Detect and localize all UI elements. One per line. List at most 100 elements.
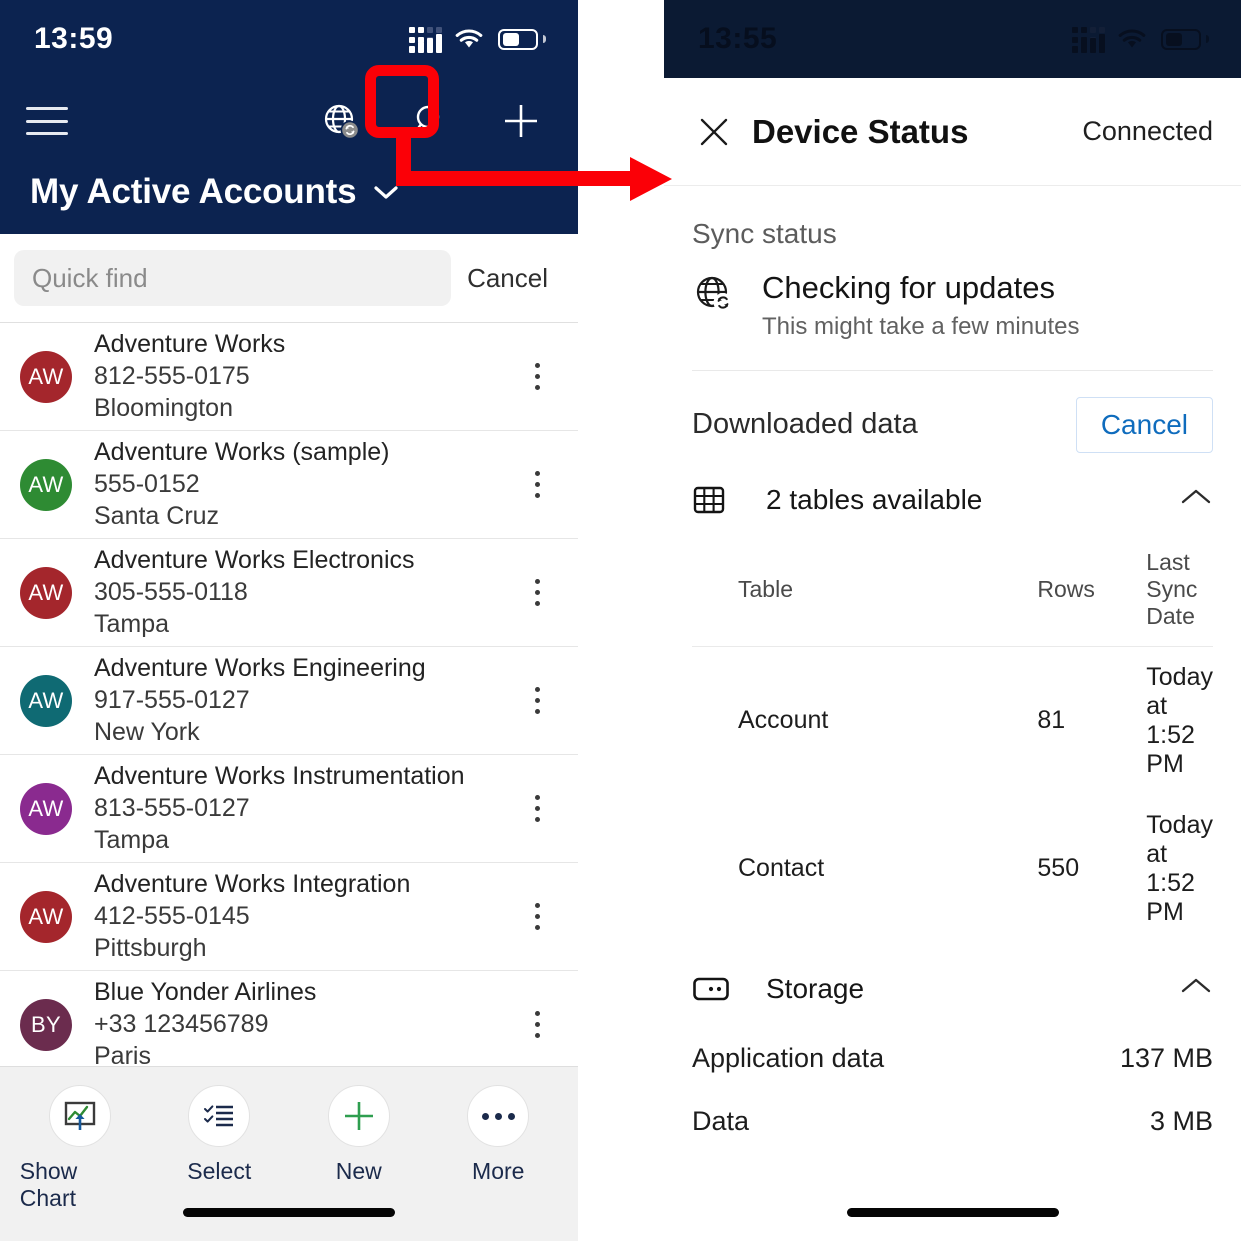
kebab-menu-icon[interactable] (520, 903, 560, 930)
cell-last-sync: Today at 1:52 PM (1146, 810, 1213, 926)
account-city: Santa Cruz (94, 502, 220, 530)
globe-sync-icon[interactable] (318, 98, 364, 144)
cellular-signal-icon (1072, 26, 1105, 53)
kebab-menu-icon[interactable] (520, 687, 560, 714)
view-selector[interactable]: My Active Accounts (0, 164, 578, 212)
avatar: AW (20, 674, 72, 727)
account-phone: 555-0152 (94, 470, 200, 498)
list-item-text: Blue Yonder Airlines +33 123456789 Paris (72, 978, 520, 1071)
cell-table: Contact (738, 854, 825, 883)
list-item-text: Adventure Works Integration 412-555-0145 P… (72, 870, 520, 963)
command-label: New (335, 1158, 382, 1184)
cell-rows: 550 (1037, 854, 1080, 883)
column-header: Last Sync Date (1146, 548, 1198, 629)
cell-last-sync: Today at 1:52 PM (1146, 662, 1213, 778)
screenshot-stage: 13:59 My Active Accounts Quick find Canc… (0, 0, 1241, 1241)
account-city: New York (94, 718, 200, 746)
cell-table: Account (738, 706, 829, 735)
ellipsis-icon (467, 1085, 530, 1147)
page-title: My Active Accounts (30, 172, 357, 211)
plus-icon[interactable] (498, 98, 544, 144)
chevron-up-icon[interactable] (1179, 486, 1213, 513)
account-city: Tampa (94, 610, 170, 638)
table-row[interactable]: BY Blue Yonder Airlines +33 123456789 Paris (0, 970, 578, 1078)
list-item-text: Adventure Works 812-555-0175 Bloomington (72, 330, 520, 423)
chevron-down-icon (374, 186, 398, 199)
column-header: Table (738, 575, 793, 602)
account-name: Adventure Works (sample) (94, 438, 390, 466)
command-more[interactable]: More (438, 1085, 558, 1185)
kebab-menu-icon[interactable] (520, 579, 560, 606)
table-grid-icon (692, 483, 738, 517)
storage-value: 137 MB (1119, 1042, 1213, 1073)
table-row: Account 81 Today at 1:52 PM (692, 646, 1213, 795)
table-row: Contact 550 Today at 1:52 PM (692, 795, 1213, 943)
account-list: AW Adventure Works 812-555-0175 Bloomington… (0, 322, 578, 1078)
status-bar-icons (409, 26, 546, 53)
avatar: AW (20, 782, 72, 835)
storage-row: Application data 137 MB (664, 1027, 1241, 1090)
table-row[interactable]: AW Adventure Works Integration 412-555-014… (0, 862, 578, 970)
command-show-chart[interactable]: Show Chart (20, 1085, 140, 1212)
account-name: Adventure Works Instrumentation (94, 762, 465, 790)
battery-icon (498, 28, 546, 50)
sheet-title: Device Status (752, 112, 969, 150)
quick-find-row: Quick find Cancel (0, 234, 578, 322)
sync-status-label: Sync status (692, 218, 837, 249)
kebab-menu-icon[interactable] (520, 795, 560, 822)
table-row[interactable]: AW Adventure Works 812-555-0175 Bloomington (0, 322, 578, 430)
app-bar: My Active Accounts (0, 78, 578, 234)
avatar: BY (20, 998, 72, 1051)
account-city: Tampa (94, 826, 170, 854)
storage-group-header[interactable]: Storage (664, 965, 1241, 1013)
account-phone: 305-555-0118 (94, 578, 248, 606)
command-label: Select (187, 1158, 252, 1184)
list-item-text: Adventure Works Electronics 305-555-0118 T… (72, 546, 520, 639)
sheet-header: Device Status Connected (664, 78, 1241, 186)
account-phone: 813-555-0127 (94, 794, 250, 822)
search-cancel-button[interactable]: Cancel (457, 263, 564, 294)
status-bar-time: 13:59 (34, 22, 114, 55)
table-row[interactable]: AW Adventure Works (sample) 555-0152 Santa … (0, 430, 578, 538)
account-city: Bloomington (94, 394, 233, 422)
kebab-menu-icon[interactable] (520, 363, 560, 390)
search-icon[interactable] (408, 98, 454, 144)
search-input[interactable]: Quick find (14, 250, 452, 306)
tables-group-title: 2 tables available (766, 483, 983, 515)
close-icon[interactable] (692, 110, 736, 154)
account-name: Adventure Works Engineering (94, 654, 426, 682)
command-select[interactable]: Select (159, 1085, 279, 1185)
cellular-signal-icon (409, 26, 442, 53)
ellipsis-icon (481, 1112, 515, 1120)
cell-rows: 81 (1037, 706, 1066, 735)
cancel-sync-button[interactable]: Cancel (1075, 396, 1213, 453)
avatar: AW (20, 566, 72, 619)
account-phone: 812-555-0175 (94, 362, 250, 390)
account-name: Adventure Works Electronics (94, 546, 415, 574)
chevron-up-icon[interactable] (1179, 975, 1213, 1002)
device-status-sheet: Device Status Connected Sync status Chec… (664, 78, 1241, 1241)
account-name: Blue Yonder Airlines (94, 978, 317, 1006)
sync-primary-text: Checking for updates (762, 270, 1055, 305)
status-bar-icons (1072, 26, 1209, 53)
kebab-menu-icon[interactable] (520, 1011, 560, 1038)
command-new[interactable]: New (299, 1085, 419, 1185)
hamburger-menu-icon[interactable] (26, 107, 68, 135)
list-item-text: Adventure Works Engineering 917-555-0127 N… (72, 654, 520, 747)
table-row[interactable]: AW Adventure Works Engineering 917-555-012… (0, 646, 578, 754)
kebab-menu-icon[interactable] (520, 471, 560, 498)
account-name: Adventure Works Integration (94, 870, 411, 898)
home-indicator (183, 1208, 395, 1217)
list-item-text: Adventure Works Instrumentation 813-555-0… (72, 762, 520, 855)
left-phone-screen: 13:59 My Active Accounts Quick find Canc… (0, 0, 578, 1241)
table-row[interactable]: AW Adventure Works Instrumentation 813-555… (0, 754, 578, 862)
status-bar-time: 13:55 (698, 22, 778, 55)
storage-group-title: Storage (766, 972, 865, 1004)
sync-status-item: Checking for updates This might take a f… (664, 260, 1241, 370)
right-phone-screen: 13:55 Device Status Connected Sync statu… (664, 0, 1241, 1241)
tables-group-header[interactable]: 2 tables available (664, 475, 1241, 525)
wifi-icon (1118, 29, 1146, 48)
downloaded-data-title: Downloaded data (692, 408, 918, 441)
storage-label: Application data (692, 1042, 885, 1073)
table-row[interactable]: AW Adventure Works Electronics 305-555-011… (0, 538, 578, 646)
